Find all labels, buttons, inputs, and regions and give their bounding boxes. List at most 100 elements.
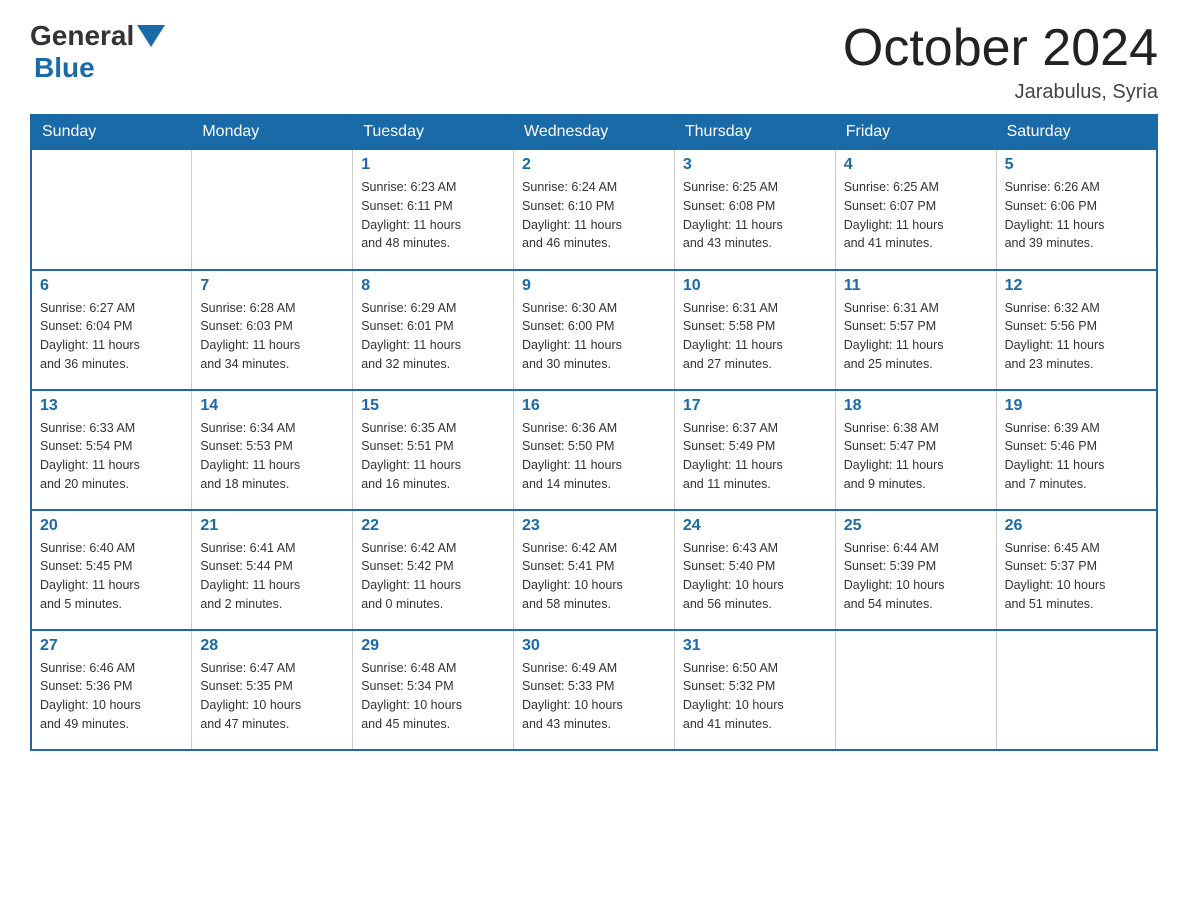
calendar-day-cell: 6 Sunrise: 6:27 AM Sunset: 6:04 PM Daylig… [31, 270, 192, 390]
day-number: 2 [522, 156, 666, 174]
day-info: Sunrise: 6:29 AM Sunset: 6:01 PM Dayligh… [361, 299, 505, 374]
calendar-day-cell: 21 Sunrise: 6:41 AM Sunset: 5:44 PM Dayli… [192, 510, 353, 630]
day-number: 10 [683, 277, 827, 295]
day-info: Sunrise: 6:40 AM Sunset: 5:45 PM Dayligh… [40, 539, 183, 614]
day-info: Sunrise: 6:48 AM Sunset: 5:34 PM Dayligh… [361, 659, 505, 734]
day-info: Sunrise: 6:46 AM Sunset: 5:36 PM Dayligh… [40, 659, 183, 734]
day-number: 1 [361, 156, 505, 174]
day-number: 28 [200, 637, 344, 655]
calendar-day-cell: 10Sunrise: 6:31 AM Sunset: 5:58 PM Dayli… [674, 270, 835, 390]
calendar-header-row: SundayMondayTuesdayWednesdayThursdayFrid… [31, 115, 1157, 150]
day-info: Sunrise: 6:41 AM Sunset: 5:44 PM Dayligh… [200, 539, 344, 614]
calendar-week-row: 20 Sunrise: 6:40 AM Sunset: 5:45 PM Dayli… [31, 510, 1157, 630]
day-number: 20 [40, 517, 183, 535]
calendar-day-cell: 14Sunrise: 6:34 AM Sunset: 5:53 PM Dayli… [192, 390, 353, 510]
calendar-day-cell [996, 630, 1157, 750]
day-info: Sunrise: 6:31 AM Sunset: 5:57 PM Dayligh… [844, 299, 988, 374]
logo-general-text: General [30, 20, 134, 52]
day-number: 27 [40, 637, 183, 655]
calendar-day-cell: 9 Sunrise: 6:30 AM Sunset: 6:00 PM Daylig… [514, 270, 675, 390]
day-number: 4 [844, 156, 988, 174]
day-number: 11 [844, 277, 988, 295]
day-info: Sunrise: 6:47 AM Sunset: 5:35 PM Dayligh… [200, 659, 344, 734]
calendar-day-cell: 16Sunrise: 6:36 AM Sunset: 5:50 PM Dayli… [514, 390, 675, 510]
day-of-week-header: Friday [835, 115, 996, 150]
calendar-day-cell: 28 Sunrise: 6:47 AM Sunset: 5:35 PM Dayli… [192, 630, 353, 750]
day-info: Sunrise: 6:42 AM Sunset: 5:41 PM Dayligh… [522, 539, 666, 614]
day-number: 12 [1005, 277, 1148, 295]
day-info: Sunrise: 6:43 AM Sunset: 5:40 PM Dayligh… [683, 539, 827, 614]
day-of-week-header: Sunday [31, 115, 192, 150]
calendar-day-cell: 23 Sunrise: 6:42 AM Sunset: 5:41 PM Dayli… [514, 510, 675, 630]
day-of-week-header: Wednesday [514, 115, 675, 150]
calendar-day-cell: 20 Sunrise: 6:40 AM Sunset: 5:45 PM Dayli… [31, 510, 192, 630]
day-number: 18 [844, 397, 988, 415]
day-info: Sunrise: 6:26 AM Sunset: 6:06 PM Dayligh… [1005, 178, 1148, 253]
month-title: October 2024 [843, 20, 1158, 77]
calendar-day-cell: 19Sunrise: 6:39 AM Sunset: 5:46 PM Dayli… [996, 390, 1157, 510]
day-number: 6 [40, 277, 183, 295]
day-info: Sunrise: 6:45 AM Sunset: 5:37 PM Dayligh… [1005, 539, 1148, 614]
day-number: 17 [683, 397, 827, 415]
day-number: 25 [844, 517, 988, 535]
calendar-day-cell: 30Sunrise: 6:49 AM Sunset: 5:33 PM Dayli… [514, 630, 675, 750]
day-info: Sunrise: 6:30 AM Sunset: 6:00 PM Dayligh… [522, 299, 666, 374]
day-of-week-header: Saturday [996, 115, 1157, 150]
calendar-day-cell: 27 Sunrise: 6:46 AM Sunset: 5:36 PM Dayli… [31, 630, 192, 750]
calendar-week-row: 27 Sunrise: 6:46 AM Sunset: 5:36 PM Dayli… [31, 630, 1157, 750]
calendar-day-cell: 4 Sunrise: 6:25 AM Sunset: 6:07 PM Daylig… [835, 150, 996, 270]
calendar-day-cell: 17 Sunrise: 6:37 AM Sunset: 5:49 PM Dayli… [674, 390, 835, 510]
day-info: Sunrise: 6:27 AM Sunset: 6:04 PM Dayligh… [40, 299, 183, 374]
calendar-day-cell: 26 Sunrise: 6:45 AM Sunset: 5:37 PM Dayli… [996, 510, 1157, 630]
day-info: Sunrise: 6:35 AM Sunset: 5:51 PM Dayligh… [361, 419, 505, 494]
logo-blue-text: Blue [34, 52, 95, 83]
day-number: 26 [1005, 517, 1148, 535]
calendar-day-cell: 7Sunrise: 6:28 AM Sunset: 6:03 PM Daylig… [192, 270, 353, 390]
calendar-day-cell: 22 Sunrise: 6:42 AM Sunset: 5:42 PM Dayli… [353, 510, 514, 630]
day-info: Sunrise: 6:33 AM Sunset: 5:54 PM Dayligh… [40, 419, 183, 494]
calendar-day-cell: 24 Sunrise: 6:43 AM Sunset: 5:40 PM Dayli… [674, 510, 835, 630]
day-info: Sunrise: 6:42 AM Sunset: 5:42 PM Dayligh… [361, 539, 505, 614]
logo: General Blue [30, 20, 168, 84]
calendar-table: SundayMondayTuesdayWednesdayThursdayFrid… [30, 114, 1158, 751]
calendar-day-cell: 31 Sunrise: 6:50 AM Sunset: 5:32 PM Dayli… [674, 630, 835, 750]
day-number: 23 [522, 517, 666, 535]
day-number: 19 [1005, 397, 1148, 415]
day-info: Sunrise: 6:34 AM Sunset: 5:53 PM Dayligh… [200, 419, 344, 494]
day-number: 13 [40, 397, 183, 415]
day-info: Sunrise: 6:25 AM Sunset: 6:08 PM Dayligh… [683, 178, 827, 253]
calendar-day-cell: 25Sunrise: 6:44 AM Sunset: 5:39 PM Dayli… [835, 510, 996, 630]
day-number: 21 [200, 517, 344, 535]
day-info: Sunrise: 6:37 AM Sunset: 5:49 PM Dayligh… [683, 419, 827, 494]
day-number: 30 [522, 637, 666, 655]
day-info: Sunrise: 6:38 AM Sunset: 5:47 PM Dayligh… [844, 419, 988, 494]
calendar-day-cell: 1 Sunrise: 6:23 AM Sunset: 6:11 PM Daylig… [353, 150, 514, 270]
day-info: Sunrise: 6:32 AM Sunset: 5:56 PM Dayligh… [1005, 299, 1148, 374]
day-info: Sunrise: 6:50 AM Sunset: 5:32 PM Dayligh… [683, 659, 827, 734]
calendar-day-cell: 5Sunrise: 6:26 AM Sunset: 6:06 PM Daylig… [996, 150, 1157, 270]
calendar-week-row: 13 Sunrise: 6:33 AM Sunset: 5:54 PM Dayli… [31, 390, 1157, 510]
calendar-day-cell: 3Sunrise: 6:25 AM Sunset: 6:08 PM Daylig… [674, 150, 835, 270]
day-number: 22 [361, 517, 505, 535]
day-of-week-header: Tuesday [353, 115, 514, 150]
calendar-day-cell [31, 150, 192, 270]
day-of-week-header: Monday [192, 115, 353, 150]
day-info: Sunrise: 6:23 AM Sunset: 6:11 PM Dayligh… [361, 178, 505, 253]
logo-triangle-icon [137, 25, 165, 47]
calendar-day-cell [192, 150, 353, 270]
day-number: 24 [683, 517, 827, 535]
calendar-day-cell: 13 Sunrise: 6:33 AM Sunset: 5:54 PM Dayli… [31, 390, 192, 510]
day-number: 31 [683, 637, 827, 655]
day-info: Sunrise: 6:24 AM Sunset: 6:10 PM Dayligh… [522, 178, 666, 253]
calendar-week-row: 6 Sunrise: 6:27 AM Sunset: 6:04 PM Daylig… [31, 270, 1157, 390]
calendar-day-cell [835, 630, 996, 750]
day-number: 29 [361, 637, 505, 655]
day-number: 15 [361, 397, 505, 415]
calendar-week-row: 1 Sunrise: 6:23 AM Sunset: 6:11 PM Daylig… [31, 150, 1157, 270]
day-info: Sunrise: 6:36 AM Sunset: 5:50 PM Dayligh… [522, 419, 666, 494]
day-number: 9 [522, 277, 666, 295]
calendar-day-cell: 11 Sunrise: 6:31 AM Sunset: 5:57 PM Dayli… [835, 270, 996, 390]
location-text: Jarabulus, Syria [843, 81, 1158, 104]
day-info: Sunrise: 6:25 AM Sunset: 6:07 PM Dayligh… [844, 178, 988, 253]
calendar-day-cell: 2 Sunrise: 6:24 AM Sunset: 6:10 PM Daylig… [514, 150, 675, 270]
